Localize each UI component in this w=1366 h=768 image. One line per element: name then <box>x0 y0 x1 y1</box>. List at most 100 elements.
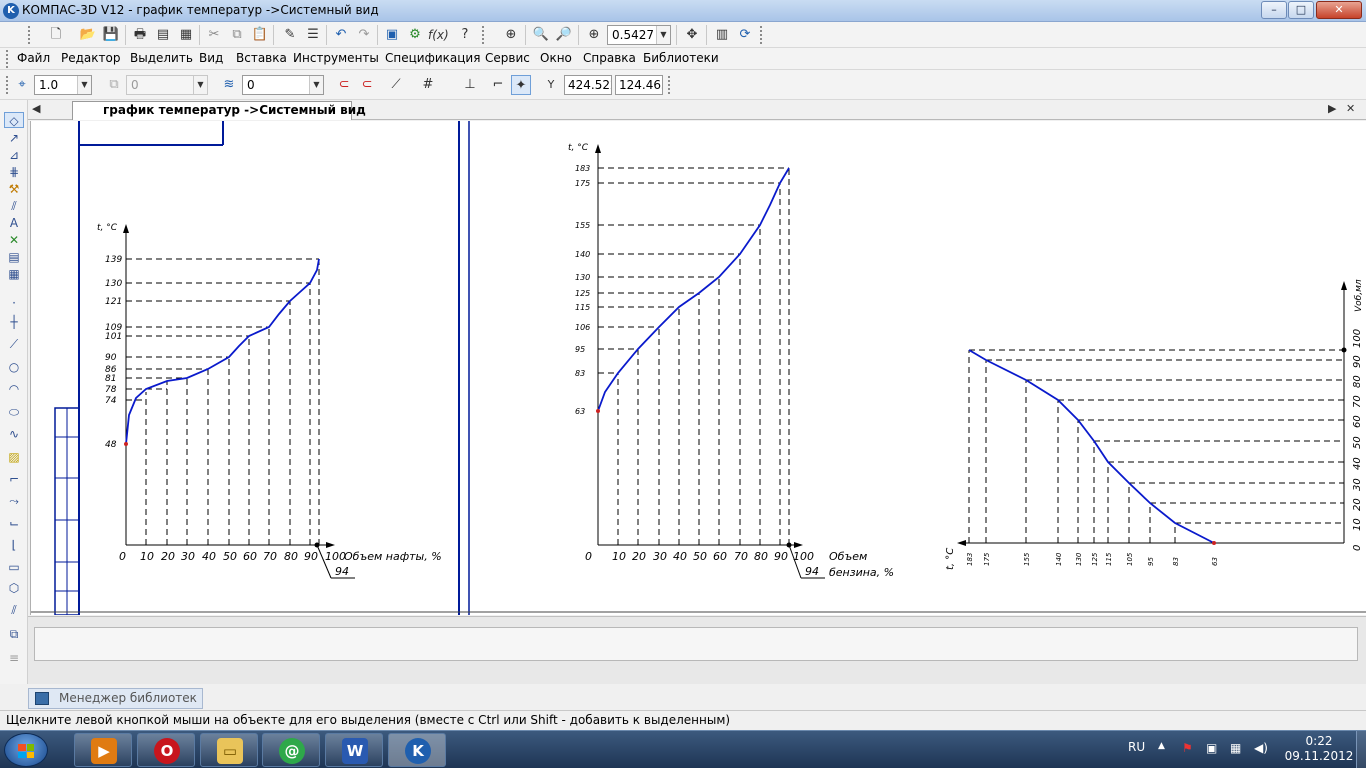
copy-icon[interactable]: ⧉ <box>227 25 247 45</box>
zoom-out-icon[interactable]: 🔎 <box>554 25 574 45</box>
designations-tool-icon[interactable]: ⊿ <box>4 147 24 163</box>
measure-tool-icon[interactable]: ⫽ <box>4 198 24 214</box>
refresh-icon[interactable]: ⟳ <box>735 25 755 45</box>
new-document-icon[interactable]: 🗋 <box>46 25 66 45</box>
function-icon[interactable]: f(x) <box>428 25 449 45</box>
zoom-combo[interactable]: 0.5427 ▼ <box>607 25 671 45</box>
language-indicator[interactable]: RU <box>1128 740 1145 768</box>
tab-close-icon[interactable]: ✕ <box>1346 102 1355 115</box>
point-tool-icon[interactable]: · <box>4 295 24 311</box>
spline-tool-icon[interactable]: ∿ <box>4 426 24 442</box>
menu-insert[interactable]: Вставка <box>236 51 287 65</box>
fragment-tool-icon[interactable]: ▤ <box>4 249 24 265</box>
menu-view[interactable]: Вид <box>199 51 223 65</box>
tab-scroll-right-icon[interactable]: ▶ <box>1328 102 1336 115</box>
polygon-tool-icon[interactable]: ⬡ <box>4 580 24 596</box>
tree-icon[interactable]: ▣ <box>382 25 402 45</box>
drawing-canvas[interactable]: t, °C 48 74 78 81 86 90 101 109 121 130 139 0 10 20 30 4… <box>30 121 1366 616</box>
magnet-icon[interactable]: ⊂ <box>334 75 354 95</box>
help-pointer-icon[interactable]: ? <box>455 25 475 45</box>
brush-icon[interactable]: ✎ <box>280 25 300 45</box>
segment-tool-icon[interactable]: ⟋ <box>4 336 24 352</box>
menu-file[interactable]: Файл <box>17 51 50 65</box>
undo-icon[interactable]: ↶ <box>331 25 351 45</box>
style-combo[interactable]: 0 ▼ <box>242 75 324 95</box>
save-icon[interactable]: 💾 <box>101 25 121 45</box>
volume-icon[interactable]: ◀) <box>1254 741 1268 768</box>
polyline-tool-icon[interactable]: ⌐ <box>4 471 24 487</box>
ellipse-tool-icon[interactable]: ⬭ <box>4 404 24 420</box>
maximize-button[interactable]: □ <box>1288 1 1314 19</box>
ortho-mode-icon[interactable]: ⌐ <box>488 75 508 95</box>
open-icon[interactable]: 📂 <box>78 25 98 45</box>
hatch-tool-icon[interactable]: ▨ <box>4 449 24 465</box>
geometry-tool-icon[interactable]: ◇ <box>4 112 24 128</box>
dimensions-tool-icon[interactable]: ↗ <box>4 130 24 146</box>
parametrization-tool-icon[interactable]: ⚒ <box>4 181 24 197</box>
chamfer-tool-icon[interactable]: ⌙ <box>4 515 24 531</box>
taskbar-media-player[interactable]: ▶ <box>74 733 132 767</box>
redraw-icon[interactable]: ▥ <box>712 25 732 45</box>
toolbar-grip[interactable] <box>482 26 486 44</box>
taskbar-word[interactable]: W <box>325 733 383 767</box>
variables-icon[interactable]: ⚙ <box>405 25 425 45</box>
menu-help[interactable]: Справка <box>583 51 636 65</box>
menu-libraries[interactable]: Библиотеки <box>643 51 719 65</box>
menu-specification[interactable]: Спецификация <box>385 51 480 65</box>
tab-document[interactable]: график температур ->Системный вид <box>72 101 366 120</box>
tab-scroll-left-icon[interactable]: ◀ <box>32 102 40 115</box>
equidistant-tool-icon[interactable]: ⧉ <box>4 626 24 642</box>
menu-window[interactable]: Окно <box>540 51 572 65</box>
local-cs-icon[interactable]: ⊥ <box>460 75 480 95</box>
fillet-tool-icon[interactable]: ⌊ <box>4 537 24 553</box>
taskbar-kompas[interactable]: K <box>388 733 446 767</box>
contour-tool-icon[interactable]: ⫽ <box>4 602 24 618</box>
manager-doc-icon[interactable]: ▦ <box>176 25 196 45</box>
minimize-button[interactable]: – <box>1261 1 1287 19</box>
edit-tool-icon[interactable]: ⋕ <box>4 164 24 180</box>
coord-x-field[interactable]: 424.522 <box>564 75 612 95</box>
grid-icon[interactable]: # <box>418 75 438 95</box>
kompas-app-icon[interactable]: K <box>3 3 19 19</box>
rectangle-tool-icon[interactable]: ▭ <box>4 559 24 575</box>
chevron-down-icon[interactable]: ▼ <box>309 76 323 94</box>
redo-icon[interactable]: ↷ <box>354 25 374 45</box>
select-tool-icon[interactable]: A <box>4 215 24 231</box>
taskbar-opera[interactable]: O <box>137 733 195 767</box>
style-icon[interactable]: ≋ <box>219 75 239 95</box>
network-warning-icon[interactable]: ⚑ <box>1182 741 1193 768</box>
command-line[interactable] <box>34 627 1358 661</box>
taskbar-mail-agent[interactable]: @ <box>262 733 320 767</box>
zoom-in-icon[interactable]: 🔍 <box>531 25 551 45</box>
layer-icon[interactable]: ⧉ <box>104 75 124 95</box>
library-manager-tab[interactable]: Менеджер библиотек <box>28 688 203 709</box>
menu-tools[interactable]: Инструменты <box>293 51 379 65</box>
chevron-down-icon[interactable]: ▼ <box>193 76 207 94</box>
show-hidden-icons-icon[interactable]: ▲ <box>1158 741 1165 768</box>
menu-select[interactable]: Выделить <box>130 51 193 65</box>
arc-tool-icon[interactable]: ◠ <box>4 381 24 397</box>
bezier-tool-icon[interactable]: ⤳ <box>4 493 24 509</box>
aux-line-tool-icon[interactable]: ┼ <box>4 314 24 330</box>
paste-icon[interactable]: 📋 <box>250 25 270 45</box>
magnet-settings-icon[interactable]: ⊂ <box>357 75 377 95</box>
zoom-frame-icon[interactable]: ⊕ <box>501 25 521 45</box>
layer-combo[interactable]: 0 ▼ <box>126 75 208 95</box>
toolbar-grip[interactable] <box>6 76 10 94</box>
coord-y-field[interactable]: 124.465 <box>615 75 663 95</box>
menu-service[interactable]: Сервис <box>485 51 530 65</box>
chevron-down-icon[interactable]: ▼ <box>656 26 670 44</box>
action-center-icon[interactable]: ▣ <box>1206 741 1217 768</box>
zoom-scale-icon[interactable]: ⊕ <box>584 25 604 45</box>
circle-tool-icon[interactable]: ○ <box>4 359 24 375</box>
orthogonal-icon[interactable]: ⟋ <box>386 75 406 95</box>
snap-mode-icon[interactable]: ✦ <box>511 75 531 95</box>
toolbar-grip[interactable] <box>668 76 672 94</box>
menubar-grip[interactable] <box>6 50 10 68</box>
close-button[interactable]: ✕ <box>1316 1 1362 19</box>
toolbar-grip[interactable] <box>760 26 764 44</box>
pan-icon[interactable]: ✥ <box>682 25 702 45</box>
cut-icon[interactable]: ✂ <box>204 25 224 45</box>
clock[interactable]: 0:22 09.11.2012 <box>1282 734 1356 764</box>
taskbar-explorer[interactable]: ▭ <box>200 733 258 767</box>
